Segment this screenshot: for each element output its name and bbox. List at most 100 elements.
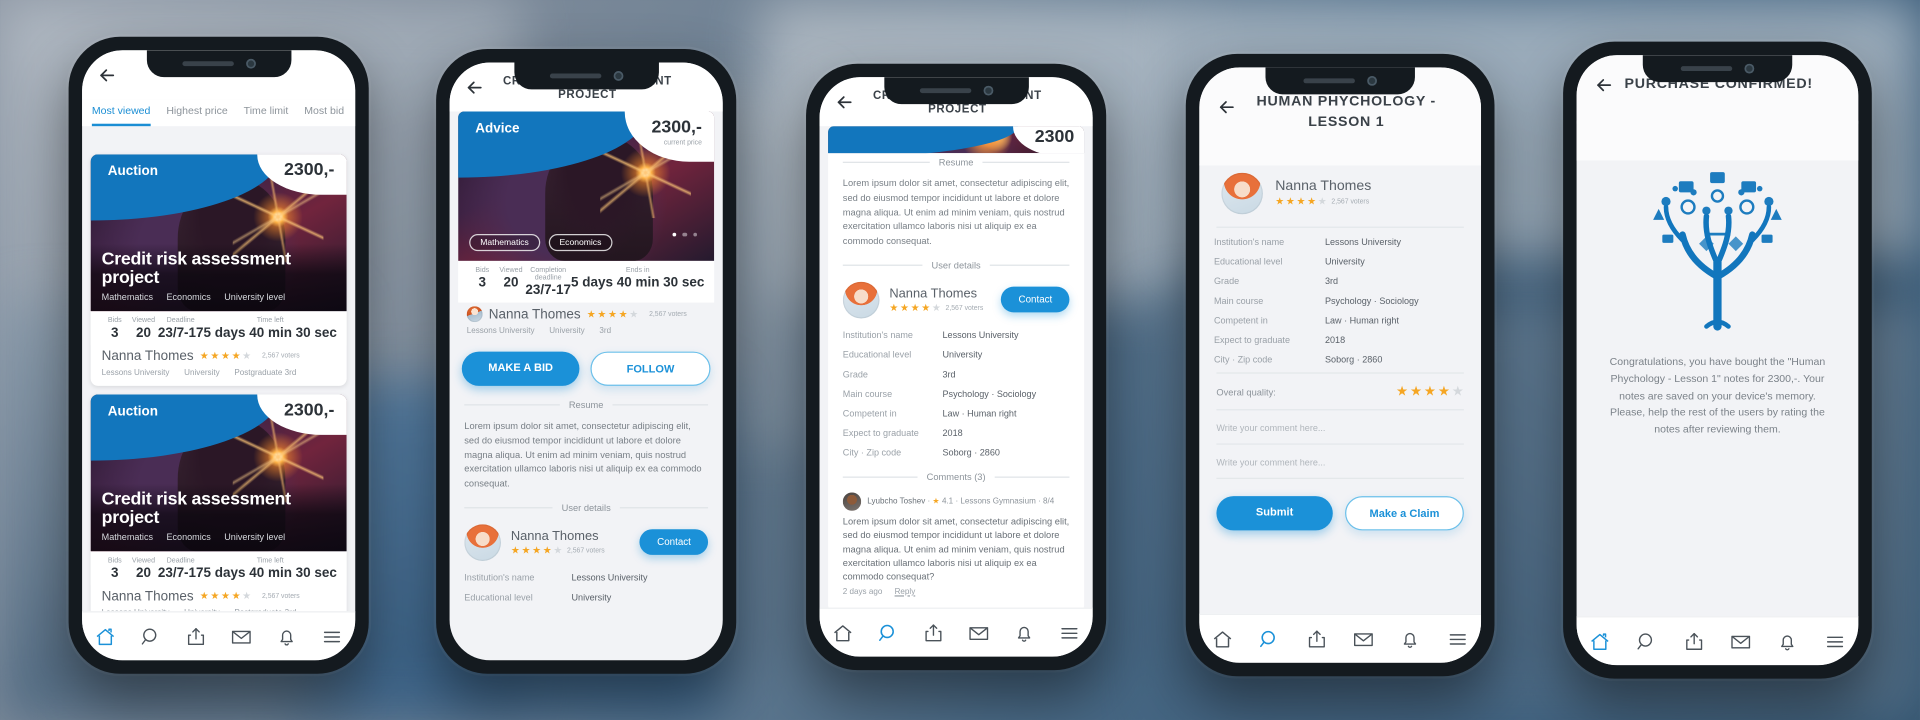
tab-highest-price[interactable]: Highest price (166, 99, 227, 126)
mail-icon[interactable] (229, 624, 254, 649)
tab-time-limit[interactable]: Time limit (244, 99, 289, 126)
stat-viewed: Viewed 20 (129, 557, 158, 580)
star-icon: ★ (932, 497, 940, 507)
tab-most-viewed[interactable]: Most viewed (91, 99, 151, 127)
share-icon[interactable] (921, 620, 946, 645)
subject-chips: Mathematics Economics (469, 233, 613, 252)
auction-card[interactable]: Auction 2300,- Credit risk assessment pr… (90, 154, 347, 386)
user-details-heading: User details (828, 256, 1084, 276)
share-icon[interactable] (1304, 627, 1329, 652)
speaker-grille (919, 88, 971, 94)
detail-value: Law · Human right (1324, 314, 1399, 326)
back-icon[interactable] (462, 75, 487, 100)
home-icon[interactable] (1588, 629, 1613, 654)
menu-icon[interactable] (1058, 620, 1083, 645)
stat-deadline: Deadline 23/7-17 (158, 317, 204, 340)
back-icon[interactable] (1591, 72, 1616, 97)
bell-icon[interactable] (1012, 620, 1037, 645)
bottom-nav (82, 611, 356, 661)
menu-icon[interactable] (320, 624, 345, 649)
contact-button[interactable]: Contact (1001, 287, 1070, 313)
resume-heading: Resume (450, 396, 723, 416)
quality-rating[interactable]: ★ ★ ★ ★ ★ (1396, 385, 1464, 398)
share-icon[interactable] (184, 624, 209, 649)
detail-hero-peek: 2300 (828, 126, 1085, 154)
detail-value: 2018 (942, 427, 963, 439)
back-icon[interactable] (94, 62, 119, 86)
detail-row: Competent in Law · Human right (828, 404, 1084, 424)
search-icon[interactable] (138, 624, 163, 649)
mail-icon[interactable] (1351, 627, 1376, 652)
mail-icon[interactable] (1729, 629, 1754, 654)
detail-row: Expect to graduate 2018 (828, 424, 1084, 444)
section-label: User details (561, 502, 611, 514)
detail-value: Lessons University (942, 329, 1019, 341)
menu-icon[interactable] (1445, 627, 1470, 652)
stat-value: 20 (135, 565, 151, 581)
chip[interactable]: Mathematics (469, 233, 540, 252)
divider (1216, 371, 1464, 374)
stat-value: 3 (111, 325, 119, 341)
detail-row: City · Zip code Soborg · 2860 (828, 443, 1084, 463)
stat-ends-in: Ends in 5 days 40 min 30 sec (571, 267, 704, 298)
auction-card[interactable]: Auction 2300,- Credit risk assessment pr… (90, 394, 347, 612)
contact-button[interactable]: Contact (639, 529, 709, 556)
section-label: Resume (938, 156, 974, 168)
detail-value: 3rd (942, 369, 956, 381)
phone-5-confirmation: PURCHASE CONFIRMED! Congratulations, you… (1563, 41, 1872, 679)
make-a-claim-button[interactable]: Make a Claim (1345, 495, 1464, 530)
detail-meta: Lessons University University 3rd (450, 323, 723, 344)
hero-footer: Credit risk assessment project Mathemati… (90, 483, 347, 552)
carousel-dots[interactable] (672, 232, 698, 237)
price-tag: 2300 (1012, 126, 1085, 154)
user-details-scroll[interactable]: 2300 Resume Lorem ipsum dolor sit amet, … (820, 126, 1093, 608)
card-tag: University level (224, 291, 286, 303)
back-icon[interactable] (1214, 94, 1239, 119)
mail-icon[interactable] (967, 620, 992, 645)
meta-item: Postgraduate 3rd (234, 368, 297, 378)
front-camera (245, 58, 256, 69)
divider (989, 264, 1070, 266)
search-icon[interactable] (1635, 629, 1660, 654)
avatar (1221, 172, 1263, 214)
menu-icon[interactable] (1823, 629, 1848, 654)
search-icon[interactable] (1257, 627, 1282, 652)
divider (619, 506, 709, 509)
card-author: Nanna Thomes ★ ★ ★ ★ ★ 2,567 voters (91, 586, 347, 606)
home-icon[interactable] (830, 620, 855, 645)
tab-most-bid[interactable]: Most bid (304, 99, 344, 126)
meta-item: University (549, 327, 585, 336)
detail-scroll[interactable]: Advice 2300,- current price Mathematics … (450, 111, 723, 611)
comment-input-1[interactable]: Write your comment here... (1216, 415, 1464, 445)
bell-icon[interactable] (1776, 629, 1801, 654)
home-icon[interactable] (93, 624, 118, 649)
detail-value: Psychology · Sociology (942, 388, 1037, 400)
divider (994, 476, 1070, 478)
back-icon[interactable] (832, 89, 857, 114)
chip[interactable]: Economics (548, 233, 613, 252)
share-icon[interactable] (1682, 629, 1707, 654)
price-caption: current price (663, 139, 702, 147)
reply-link[interactable]: Reply (895, 588, 916, 597)
bell-icon[interactable] (1398, 627, 1423, 652)
comment-input-2[interactable]: Write your comment here... (1216, 449, 1464, 479)
detail-key: Grade (842, 369, 868, 381)
listing-scroll[interactable]: Auction 2300,- Credit risk assessment pr… (82, 146, 355, 612)
detail-row: Institution's name Lessons University (1199, 232, 1481, 252)
bell-icon[interactable] (275, 624, 300, 649)
lesson-scroll[interactable]: HUMAN PHYCHOLOGY - LESSON 1 Nanna Thomes… (1199, 67, 1482, 613)
stat-time-left: Time left 5 days 40 min 30 sec (204, 317, 337, 340)
author-name: Nanna Thomes (101, 349, 194, 364)
home-icon[interactable] (1210, 627, 1235, 652)
submit-button[interactable]: Submit (1216, 495, 1333, 530)
stat-label: Viewed (499, 267, 523, 275)
stat-value: 5 days 40 min 30 sec (571, 275, 705, 291)
detail-row: Competent in Law · Human right (1199, 311, 1481, 331)
follow-button[interactable]: FOLLOW (590, 351, 711, 386)
meta-item: Lessons University (466, 327, 535, 336)
notch (883, 77, 1029, 105)
phone-2-detail: CREDIT RISK ASSESSMENT PROJECT Advice 23… (436, 49, 737, 674)
make-a-bid-button[interactable]: MAKE A BID (461, 351, 580, 386)
author-rating: ★ ★ ★ ★ ★ (199, 350, 251, 362)
search-icon[interactable] (876, 620, 901, 645)
